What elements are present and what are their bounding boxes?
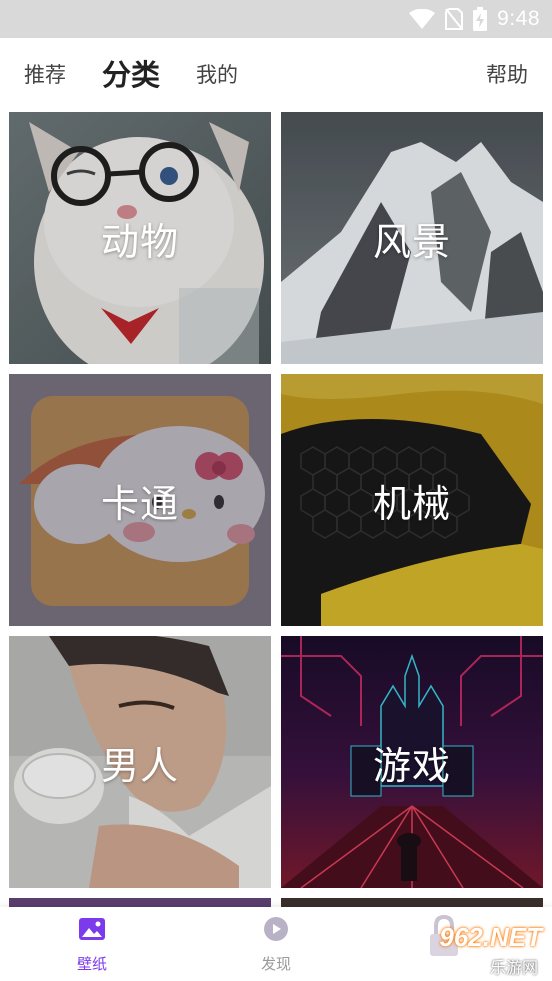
- top-nav: 推荐 分类 我的 帮助: [0, 38, 552, 112]
- wifi-icon: [409, 9, 436, 29]
- help-link[interactable]: 帮助: [486, 38, 528, 112]
- bottom-nav-discover[interactable]: 发现: [216, 907, 336, 981]
- category-tile-games[interactable]: 游戏: [281, 636, 543, 888]
- category-tile-partial[interactable]: [9, 898, 271, 907]
- category-label: 机械: [372, 481, 451, 526]
- watermark-logo: 962.NET 乐游网: [414, 914, 548, 978]
- status-bar: 9:48: [0, 0, 552, 38]
- no-sim-icon: [445, 8, 464, 30]
- bottom-nav-label: 壁纸: [76, 955, 107, 973]
- category-label: 游戏: [372, 743, 451, 788]
- bottom-nav-label: 发现: [260, 955, 291, 973]
- watermark-brand: 962.NET: [439, 922, 542, 952]
- category-label: 风景: [372, 219, 451, 264]
- discover-bubble-icon: [264, 917, 288, 941]
- category-label: 卡通: [100, 481, 179, 526]
- image-icon: [79, 918, 105, 940]
- bottom-nav-wallpaper[interactable]: 壁纸: [32, 907, 152, 981]
- category-tile-partial[interactable]: [281, 898, 543, 907]
- tab-category[interactable]: 分类: [102, 38, 160, 112]
- category-label: 动物: [100, 219, 179, 264]
- tab-recommend[interactable]: 推荐: [24, 38, 66, 112]
- category-tile-animals[interactable]: 动物: [9, 112, 271, 364]
- category-label: 男人: [100, 743, 179, 788]
- status-time: 9:48: [497, 7, 540, 30]
- watermark-sub: 乐游网: [489, 958, 538, 977]
- category-tile-machinery[interactable]: 机械: [281, 374, 543, 626]
- status-icons: 9:48: [409, 6, 540, 32]
- tab-mine[interactable]: 我的: [196, 38, 238, 112]
- battery-charging-icon: [473, 7, 488, 31]
- category-grid: 动物 风景 卡通 机械 男人 游戏: [9, 112, 543, 907]
- category-tile-scenery[interactable]: 风景: [281, 112, 543, 364]
- category-tile-men[interactable]: 男人: [9, 636, 271, 888]
- category-tile-cartoon[interactable]: 卡通: [9, 374, 271, 626]
